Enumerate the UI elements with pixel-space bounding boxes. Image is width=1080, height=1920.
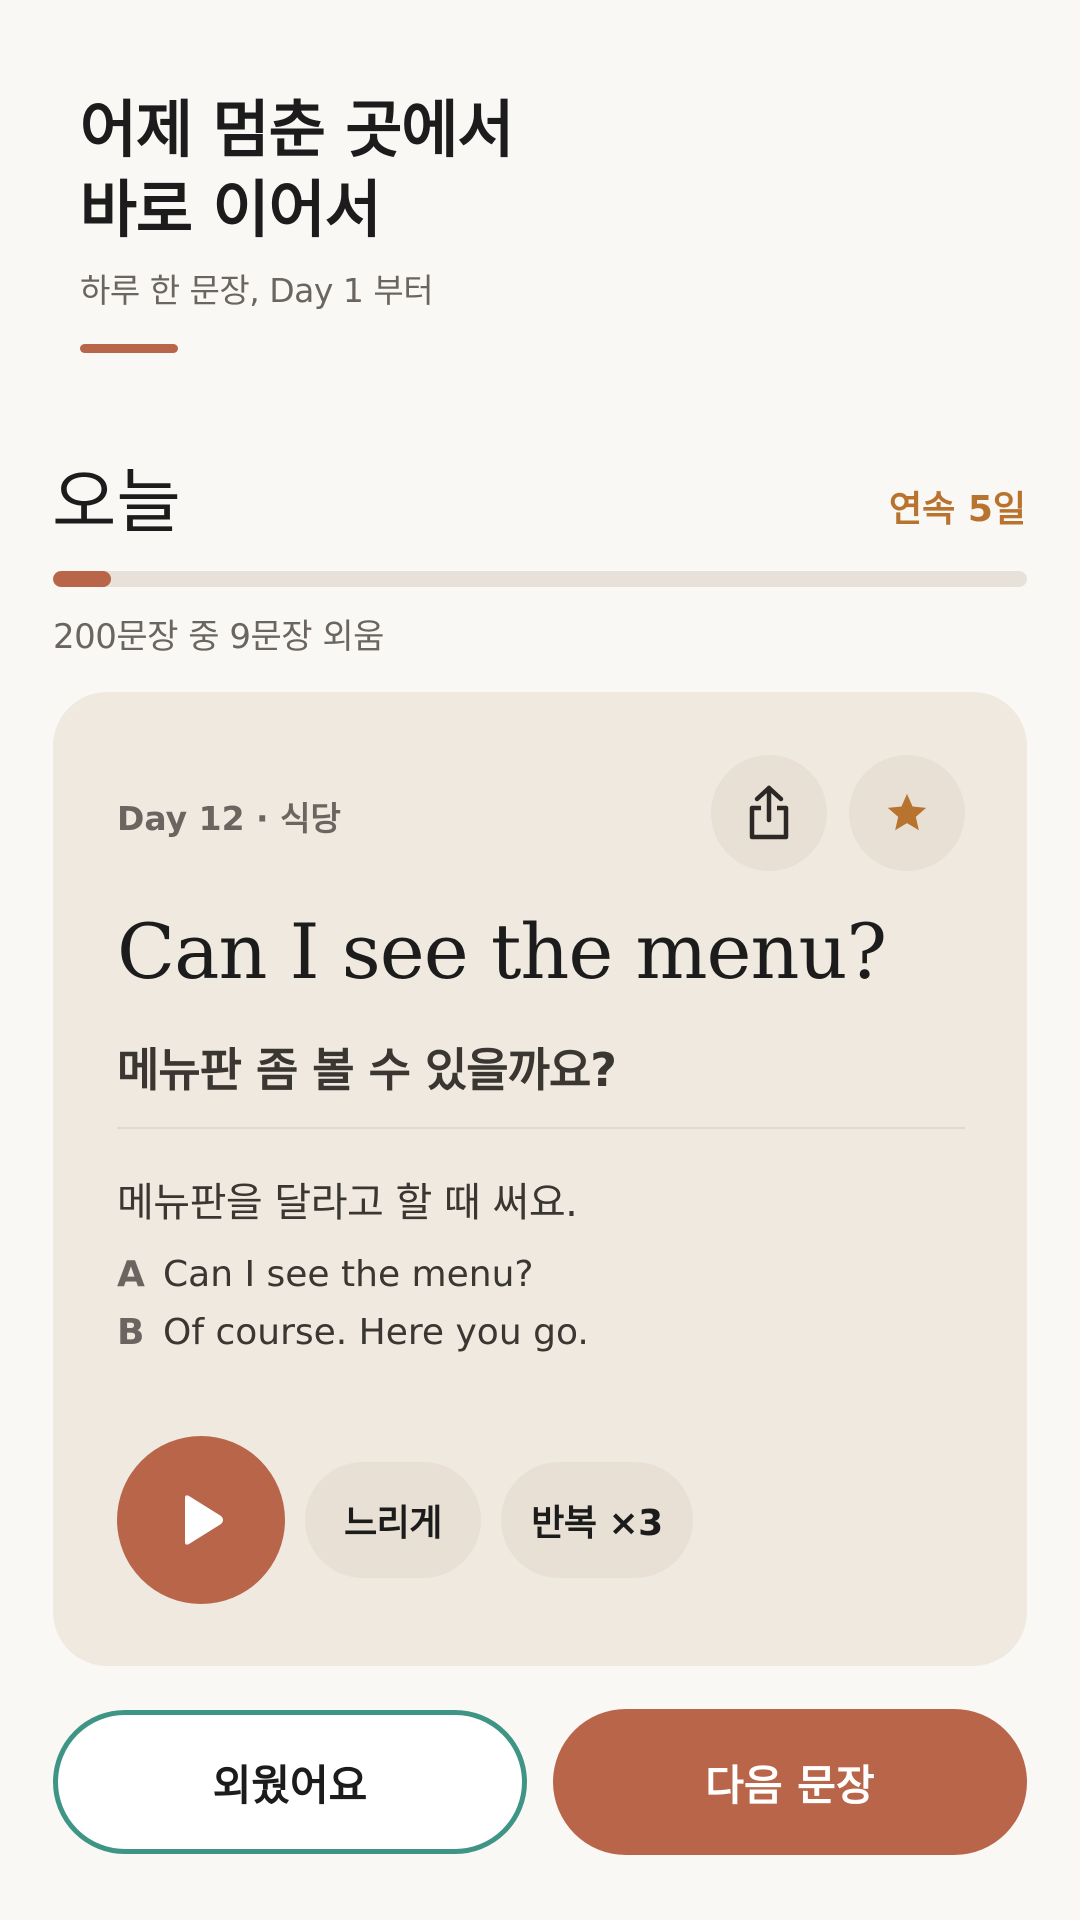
progress-bar	[53, 571, 1027, 587]
progress-text: 200문장 중 9문장 외움	[53, 617, 384, 657]
favorite-button[interactable]	[849, 755, 965, 871]
dialog-line: B Of course. Here you go.	[117, 1312, 589, 1370]
dialog-line: A Can I see the menu?	[117, 1254, 589, 1312]
progress-fill	[53, 571, 112, 587]
play-icon	[185, 1495, 223, 1545]
today-label: 오늘	[52, 461, 181, 543]
subtitle: 하루 한 문장, Day 1 부터	[80, 271, 434, 310]
next-sentence-button[interactable]: 다음 문장	[553, 1709, 1027, 1855]
memorized-button[interactable]: 외웠어요	[53, 1710, 527, 1854]
card-divider	[117, 1127, 965, 1129]
card-meta: Day 12 · 식당	[117, 799, 341, 838]
sentence-korean: 메뉴판 좀 볼 수 있을까요?	[117, 1043, 617, 1097]
speaker-label: B	[117, 1312, 145, 1353]
usage-note: 메뉴판을 달라고 할 때 써요.	[117, 1180, 578, 1226]
header: 어제 멈춘 곳에서 바로 이어서 하루 한 문장, Day 1 부터	[80, 90, 980, 312]
repeat-chip[interactable]: 반복 ×3	[501, 1462, 693, 1578]
example-dialog: A Can I see the menu? B Of course. Here …	[117, 1254, 589, 1370]
play-button[interactable]	[117, 1436, 285, 1604]
share-button[interactable]	[711, 755, 827, 871]
slow-playback-chip[interactable]: 느리게	[305, 1462, 481, 1578]
headline-line-1: 어제 멈춘 곳에서	[80, 93, 514, 166]
speaker-label: A	[117, 1254, 145, 1295]
accent-divider	[80, 344, 178, 353]
sentence-english: Can I see the menu?	[117, 907, 887, 996]
dialog-text: Can I see the menu?	[163, 1254, 534, 1295]
headline: 어제 멈춘 곳에서 바로 이어서	[80, 90, 980, 250]
streak-badge: 연속 5일	[889, 489, 1026, 530]
sentence-card: Day 12 · 식당 Can I see the menu? 메뉴판 좀 볼 …	[53, 692, 1027, 1666]
headline-line-2: 바로 이어서	[80, 173, 382, 246]
share-icon	[749, 785, 789, 840]
star-icon	[887, 793, 927, 831]
dialog-text: Of course. Here you go.	[163, 1312, 589, 1353]
